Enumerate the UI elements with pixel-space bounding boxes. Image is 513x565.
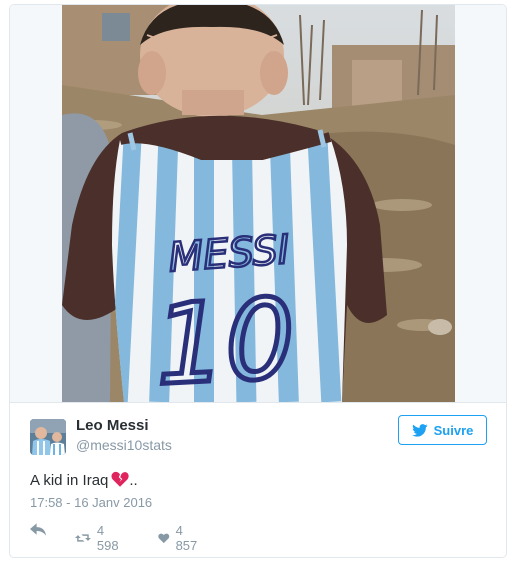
reply-icon	[30, 523, 47, 536]
author-name[interactable]: Leo Messi	[76, 417, 149, 434]
follow-button[interactable]: Suivre	[398, 415, 487, 445]
tweet-text-body: A kid in Iraq	[30, 472, 109, 489]
media-divider	[10, 402, 506, 403]
tweet-text: A kid in Iraq..	[30, 471, 138, 492]
retweet-count: 4 598	[96, 523, 119, 553]
retweet-icon	[75, 534, 91, 542]
tweet-photo[interactable]: MESSI 10	[10, 5, 506, 402]
tweet-card: MESSI 10 Leo Messi @messi10stats Suivre …	[9, 4, 507, 558]
avatar[interactable]	[30, 419, 66, 455]
tweet-timestamp[interactable]: 17:58 - 16 Janv 2016	[30, 495, 152, 510]
shirt-number-text: 10	[152, 274, 298, 402]
avatar-image	[30, 419, 66, 455]
tweet-text-suffix: ..	[129, 472, 138, 489]
reply-button[interactable]	[30, 523, 47, 537]
like-count: 4 857	[175, 523, 198, 553]
retweet-button[interactable]: 4 598	[75, 523, 123, 553]
broken-heart-icon	[111, 471, 130, 492]
like-heart-icon	[158, 533, 170, 543]
shirt-name-text: MESSI	[167, 227, 291, 281]
twitter-bird-icon	[411, 423, 428, 437]
author-handle[interactable]: @messi10stats	[76, 437, 172, 453]
photo-boy-plastic-bag-jersey: MESSI 10	[62, 5, 455, 402]
like-button[interactable]: 4 857	[158, 523, 201, 553]
follow-button-label: Suivre	[433, 422, 474, 438]
